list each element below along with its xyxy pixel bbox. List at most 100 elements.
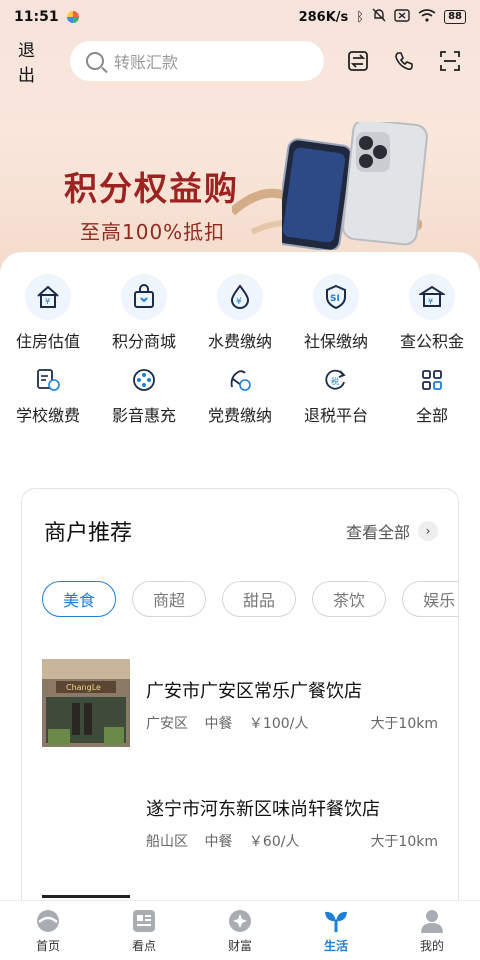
social-security-icon: SI (313, 274, 359, 320)
see-all-link[interactable]: 查看全部 › (346, 519, 438, 543)
service-all[interactable]: 全部 (384, 366, 480, 426)
store-item[interactable]: ChangLe 广安市广安区常乐广餐饮店 广安区 中餐 ￥100/人 大于10k… (42, 659, 438, 749)
store-meta: 船山区 中餐 ￥60/人 (146, 831, 311, 851)
bluetooth-icon: ᛒ (356, 9, 365, 25)
tab-label: 看点 (131, 938, 156, 953)
header: 退出 转账汇款 (0, 40, 480, 86)
promo-banner[interactable]: 积分权益购 至高100%抵扣 (0, 120, 480, 260)
store-name: 广安市广安区常乐广餐饮店 (146, 681, 362, 702)
tab-life[interactable]: 生活 (288, 901, 384, 960)
store-price: ￥60/人 (248, 834, 300, 850)
status-bar: 11:51 286K/s ᛒ 88 (0, 0, 480, 34)
merchant-section-title: 商户推荐 (44, 521, 133, 546)
next-item-image-edge (42, 895, 130, 898)
store-photo: ChangLe (42, 659, 130, 747)
chevron-right-icon: › (418, 521, 438, 541)
search-bar[interactable]: 转账汇款 (70, 41, 324, 81)
tab-wealth[interactable]: 财富 (192, 901, 288, 960)
scan-icon[interactable] (438, 49, 462, 73)
service-label: 社保缴纳 (303, 332, 368, 351)
tab-label: 生活 (323, 938, 348, 953)
service-label: 水费缴纳 (207, 332, 272, 351)
status-time: 11:51 (14, 9, 59, 25)
store-cuisine: 中餐 (204, 716, 233, 732)
service-school-fee[interactable]: 学校缴费 (0, 366, 96, 426)
tax-refund-icon: 税 (322, 366, 350, 394)
news-icon (133, 909, 155, 932)
service-label: 住房估值 (15, 332, 80, 351)
store-distance: 大于10km (370, 716, 438, 732)
phone-icon[interactable] (392, 49, 416, 73)
film-reel-icon (130, 366, 158, 394)
service-media-recharge[interactable]: 影音惠充 (96, 366, 192, 426)
service-housing-valuation[interactable]: ¥ 住房估值 (0, 274, 96, 352)
logout-button[interactable]: 退出 (18, 36, 48, 86)
service-grid-row2: 学校缴费 影音惠充 党费缴纳 税 退税平台 全部 (0, 366, 480, 426)
store-district: 船山区 (146, 834, 188, 850)
svg-text:¥: ¥ (236, 297, 242, 307)
profile-icon (421, 909, 443, 933)
svg-text:¥: ¥ (45, 297, 50, 306)
search-icon (86, 52, 104, 70)
service-housing-fund[interactable]: ¥ 查公积金 (384, 274, 480, 352)
service-points-mall[interactable]: 积分商城 (96, 274, 192, 352)
transfer-icon[interactable] (346, 49, 370, 73)
see-all-label: 查看全部 (345, 523, 410, 542)
tab-label: 财富 (227, 938, 252, 953)
bottom-tab-bar: 首页 看点 财富 生活 我的 (0, 900, 480, 960)
battery-icon: 88 (444, 10, 466, 24)
chip-food[interactable]: 美食 (42, 581, 117, 617)
store-meta: 广安区 中餐 ￥100/人 (146, 713, 320, 733)
house-icon: ¥ (25, 274, 71, 320)
service-label: 党费缴纳 (207, 406, 272, 425)
life-sprout-icon (325, 911, 347, 932)
store-sign-text: ChangLe (66, 683, 101, 692)
tab-home[interactable]: 首页 (0, 901, 96, 960)
store-cuisine: 中餐 (204, 834, 233, 850)
party-fee-icon (226, 366, 254, 394)
service-water-bill[interactable]: ¥ 水费缴纳 (192, 274, 288, 352)
tab-label: 首页 (35, 938, 60, 953)
chip-entertainment[interactable]: 娱乐 (402, 581, 458, 617)
banner-subtitle: 至高100%抵扣 (80, 220, 226, 244)
service-label: 查公积金 (399, 332, 464, 351)
grid-all-icon (418, 366, 446, 394)
svg-text:¥: ¥ (428, 297, 433, 306)
service-grid-row1: ¥ 住房估值 积分商城 ¥ 水费缴纳 SI 社保缴纳 ¥ 查公积金 (0, 274, 480, 352)
store-name: 遂宁市河东新区味尚轩餐饮店 (146, 799, 380, 820)
tab-label: 我的 (419, 938, 444, 953)
chip-supermarket[interactable]: 商超 (132, 581, 207, 617)
merchant-recommendations: 商户推荐 查看全部 › 美食 商超 甜品 茶饮 娱乐 ChangLe 广安市广安… (21, 488, 459, 918)
store-district: 广安区 (146, 716, 188, 732)
store-price: ￥100/人 (248, 716, 309, 732)
svg-text:税: 税 (331, 376, 339, 386)
service-label: 全部 (415, 406, 448, 425)
store-distance: 大于10km (370, 834, 438, 850)
bank-building-icon: ¥ (409, 274, 455, 320)
service-label: 积分商城 (111, 332, 176, 351)
shopping-bag-icon (121, 274, 167, 320)
service-tax-refund[interactable]: 税 退税平台 (288, 366, 384, 426)
phone-product-image (282, 122, 428, 250)
home-icon (37, 909, 59, 932)
wealth-icon (229, 909, 251, 932)
banner-title: 积分权益购 (64, 169, 239, 208)
wifi-icon (418, 8, 436, 26)
service-social-security[interactable]: SI 社保缴纳 (288, 274, 384, 352)
school-fee-icon (34, 366, 62, 394)
tab-news[interactable]: 看点 (96, 901, 192, 960)
no-sim-icon (394, 8, 410, 26)
chip-tea[interactable]: 茶饮 (312, 581, 387, 617)
service-party-fee[interactable]: 党费缴纳 (192, 366, 288, 426)
service-label: 影音惠充 (111, 406, 176, 425)
chip-dessert[interactable]: 甜品 (222, 581, 297, 617)
water-drop-icon: ¥ (217, 274, 263, 320)
mute-bell-icon (372, 8, 386, 26)
tab-profile[interactable]: 我的 (384, 901, 480, 960)
svg-text:SI: SI (330, 294, 340, 304)
network-speed: 286K/s (298, 9, 349, 25)
service-label: 学校缴费 (15, 406, 80, 425)
store-item[interactable]: 遂宁市河东新区味尚轩餐饮店 船山区 中餐 ￥60/人 大于10km (42, 777, 438, 867)
app-notification-icon (66, 11, 79, 23)
category-chips: 美食 商超 甜品 茶饮 娱乐 (42, 581, 458, 617)
